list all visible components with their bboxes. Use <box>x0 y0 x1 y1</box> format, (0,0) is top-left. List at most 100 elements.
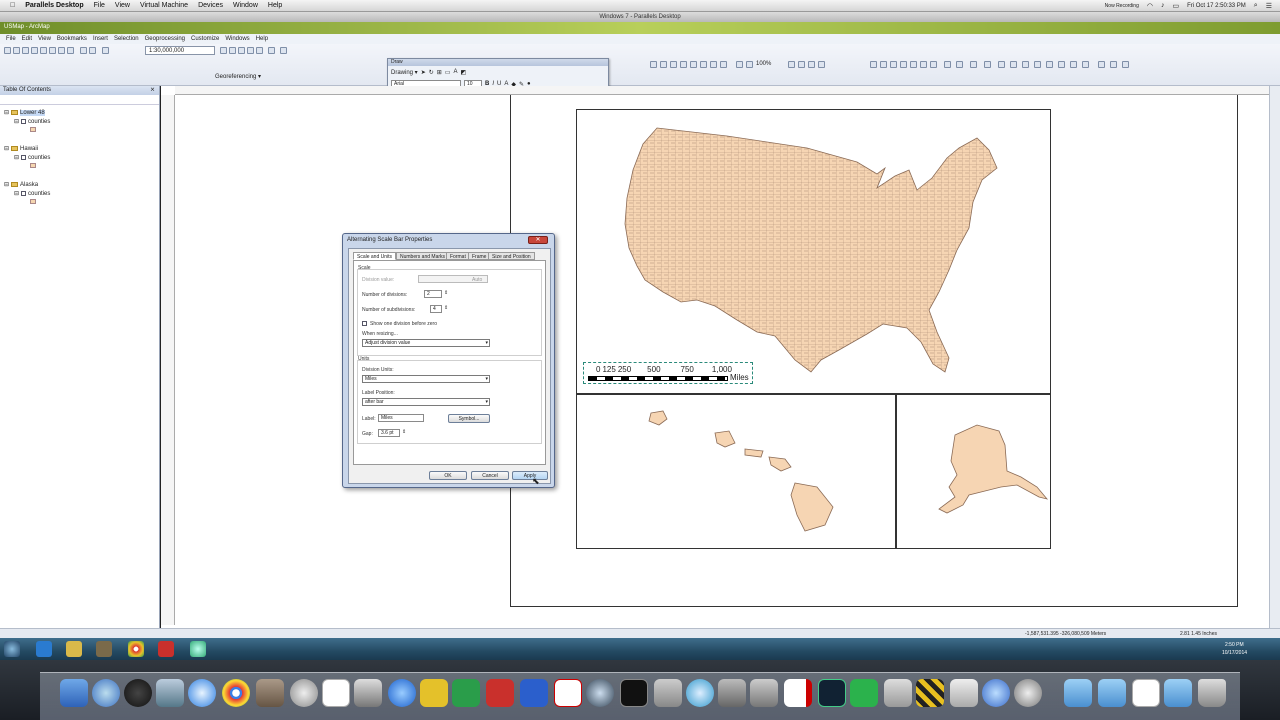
viewer-icon[interactable] <box>1110 61 1117 68</box>
mac-menu-window[interactable]: Window <box>233 2 258 9</box>
launchpad-icon[interactable] <box>92 679 120 707</box>
menu-bookmarks[interactable]: Bookmarks <box>57 36 87 42</box>
symbol-button[interactable]: Symbol... <box>448 414 490 423</box>
norton-icon[interactable] <box>420 679 448 707</box>
menu-view[interactable]: View <box>38 36 51 42</box>
print-icon[interactable] <box>31 47 38 54</box>
python-icon[interactable] <box>256 47 263 54</box>
globe-icon[interactable] <box>1010 61 1017 68</box>
zoom-out-icon[interactable] <box>880 61 887 68</box>
chrome-icon[interactable] <box>222 679 250 707</box>
route-icon[interactable] <box>1070 61 1077 68</box>
full-extent-icon[interactable] <box>900 61 907 68</box>
catalog-icon[interactable] <box>229 47 236 54</box>
when-resizing-select[interactable]: Adjust division value <box>362 339 490 347</box>
fill-color-icon[interactable]: ◩ <box>460 69 466 76</box>
delete-icon[interactable] <box>67 47 74 54</box>
disk-utility-icon[interactable] <box>290 679 318 707</box>
layer-checkbox[interactable] <box>21 191 27 196</box>
chrome-taskbar-icon[interactable] <box>128 641 144 657</box>
airport-utility-icon[interactable] <box>686 679 714 707</box>
clear-selection-icon[interactable] <box>956 61 963 68</box>
word-icon[interactable] <box>520 679 548 707</box>
frame-name[interactable]: Lower 48 <box>20 109 45 116</box>
fixed-zoom-out-icon[interactable] <box>710 61 717 68</box>
time-slider-icon[interactable] <box>1098 61 1105 68</box>
change-layout-icon[interactable] <box>798 61 805 68</box>
safari-icon[interactable] <box>188 679 216 707</box>
num-subdivisions-input[interactable]: 4 <box>430 305 442 313</box>
mac-app-menu[interactable]: Parallels Desktop <box>25 2 83 9</box>
focus-data-frame-icon[interactable] <box>788 61 795 68</box>
forward-extent-icon[interactable] <box>930 61 937 68</box>
back-extent-icon[interactable] <box>920 61 927 68</box>
add-data-icon[interactable] <box>102 47 109 54</box>
editor-icon[interactable] <box>220 47 227 54</box>
layer-symbol[interactable] <box>30 199 36 204</box>
dialog-close-button[interactable]: ✕ <box>528 236 548 244</box>
spotlight-icon[interactable]: ⌕ <box>1254 2 1258 10</box>
archive-utility-icon[interactable] <box>884 679 912 707</box>
network-icon[interactable] <box>982 679 1010 707</box>
horizontal-ruler[interactable] <box>175 86 1269 95</box>
gap-input[interactable]: 3.6 pt <box>378 429 400 437</box>
arctoolbox-icon[interactable] <box>247 47 254 54</box>
go-to-xy-icon[interactable] <box>1082 61 1089 68</box>
apply-button[interactable]: Apply <box>512 471 548 480</box>
layout-zoom-out-icon[interactable] <box>660 61 667 68</box>
select-elements-icon[interactable] <box>970 61 977 68</box>
symbol-swatch[interactable] <box>30 163 36 168</box>
new-icon[interactable] <box>4 47 11 54</box>
label-text-input[interactable]: Miles <box>378 414 424 422</box>
trash-icon[interactable] <box>1198 679 1226 707</box>
vertical-ruler[interactable] <box>161 95 175 625</box>
zoom-100-icon[interactable] <box>690 61 697 68</box>
toc-frame-alaska[interactable]: ⊟ Alaska <box>4 181 38 189</box>
go-back-icon[interactable] <box>720 61 727 68</box>
excel-icon[interactable] <box>452 679 480 707</box>
photo-booth-icon[interactable] <box>718 679 746 707</box>
gap-spinner-icon[interactable]: ⇕ <box>402 429 406 435</box>
hyperlink-icon[interactable] <box>1022 61 1029 68</box>
mac-menu-view[interactable]: View <box>115 2 130 9</box>
mac-menu-devices[interactable]: Devices <box>198 2 223 9</box>
model-builder-icon[interactable] <box>268 47 275 54</box>
draft-mode-icon[interactable] <box>746 61 753 68</box>
layer-symbol[interactable] <box>30 163 36 168</box>
find-icon[interactable] <box>1058 61 1065 68</box>
fixed-zoom-in-icon[interactable] <box>700 61 707 68</box>
menu-windows[interactable]: Windows <box>225 36 249 42</box>
symbol-swatch[interactable] <box>30 199 36 204</box>
zoom-whole-page-icon[interactable] <box>680 61 687 68</box>
growl-icon[interactable] <box>256 679 284 707</box>
save-icon[interactable] <box>22 47 29 54</box>
menu-edit[interactable]: Edit <box>22 36 32 42</box>
time-machine-icon[interactable] <box>586 679 614 707</box>
html-popup-icon[interactable] <box>1034 61 1041 68</box>
scale-bar[interactable]: 0 125 250 500 750 1,000 Miles <box>583 362 753 384</box>
windows-start-icon[interactable] <box>4 641 20 657</box>
arrow-select-icon[interactable] <box>998 61 1005 68</box>
terminal-icon[interactable] <box>620 679 648 707</box>
windows-clock-time[interactable]: 2:50 PM <box>1225 642 1244 648</box>
paste-icon[interactable] <box>58 47 65 54</box>
calculator-icon[interactable] <box>950 679 978 707</box>
photo-icon[interactable] <box>354 679 382 707</box>
layer-name[interactable]: counties <box>28 155 50 161</box>
menu-geoprocessing[interactable]: Geoprocessing <box>145 36 185 42</box>
frame-name[interactable]: Hawaii <box>20 146 38 152</box>
internet-explorer-icon[interactable] <box>36 641 52 657</box>
layer-name[interactable]: counties <box>28 119 50 125</box>
file-explorer-icon[interactable] <box>66 641 82 657</box>
right-dock-panel[interactable] <box>1269 86 1280 628</box>
menu-help[interactable]: Help <box>256 36 268 42</box>
menu-insert[interactable]: Insert <box>93 36 108 42</box>
layout-extra-icon[interactable] <box>818 61 825 68</box>
toc-frame-lower48[interactable]: ⊟ Lower 48 <box>4 109 45 116</box>
acrobat-icon[interactable] <box>554 679 582 707</box>
volume-icon[interactable]: ♪ <box>1161 2 1165 9</box>
label-position-select[interactable]: after bar <box>362 398 490 406</box>
downloads-folder-icon[interactable] <box>1164 679 1192 707</box>
help-icon[interactable] <box>280 47 287 54</box>
frame-name[interactable]: Alaska <box>20 182 38 188</box>
